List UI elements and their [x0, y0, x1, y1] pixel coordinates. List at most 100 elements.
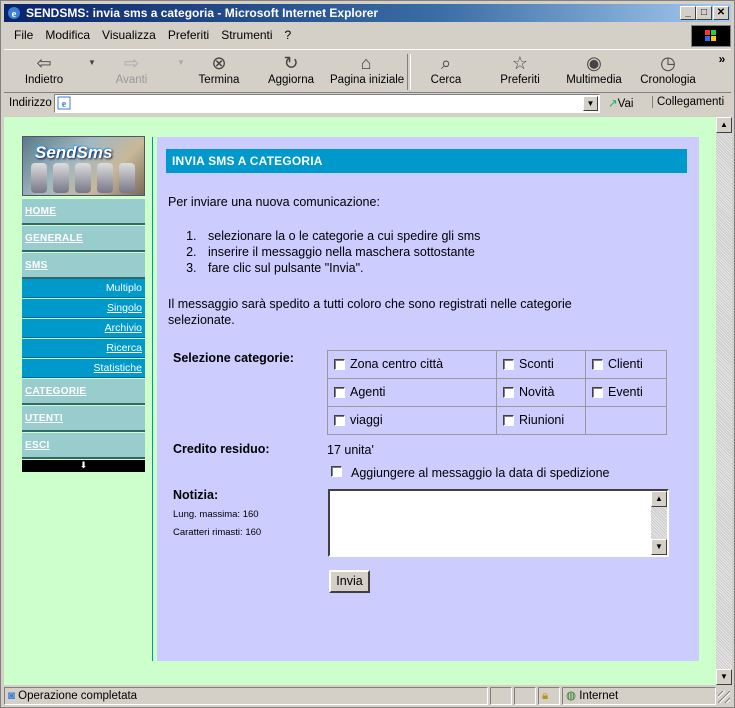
category-checkbox[interactable] [592, 387, 603, 398]
notice-label: Notizia: [173, 488, 219, 502]
menu-visualizza[interactable]: Visualizza [96, 25, 162, 42]
category-option[interactable]: Novità [497, 379, 585, 406]
main-panel: INVIA SMS A CATEGORIA Per inviare una nu… [157, 137, 699, 661]
nav-sms-link[interactable]: SMS [25, 260, 48, 271]
logo-text: SendSms [35, 143, 113, 162]
category-option[interactable]: Zona centro città [328, 351, 496, 378]
nav-utenti-link[interactable]: UTENTI [25, 413, 63, 424]
nav-sms-singolo-link[interactable]: Singolo [107, 302, 142, 314]
menu-strumenti[interactable]: Strumenti [215, 25, 278, 42]
go-arrow-icon: ↗ [608, 98, 618, 110]
nav-esci[interactable]: ESCI [22, 433, 145, 459]
category-option[interactable]: Clienti [586, 351, 666, 378]
remaining-chars-text: Caratteri rimasti: 160 [173, 527, 262, 538]
nav-utenti[interactable]: UTENTI [22, 406, 145, 432]
scroll-up-arrow-icon[interactable]: ▲ [651, 491, 667, 507]
forward-button[interactable]: ⇨ Avanti [104, 52, 159, 86]
toolbar-separator [407, 54, 411, 90]
address-input[interactable]: e ▼ [54, 94, 600, 113]
menu-modifica[interactable]: Modifica [39, 25, 96, 42]
divider [152, 137, 153, 661]
refresh-button[interactable]: ↻ Aggiorna [266, 52, 316, 86]
svg-text:e: e [62, 99, 67, 110]
address-label: Indirizzo [9, 97, 52, 109]
nav-generale-link[interactable]: GENERALE [25, 233, 83, 244]
maximize-button[interactable]: □ [696, 6, 712, 20]
nav-sms-statistiche[interactable]: Statistiche [22, 359, 145, 378]
category-option[interactable]: Agenti [328, 379, 496, 406]
message-textarea[interactable]: ▲ ▼ [328, 489, 669, 557]
nav-generale[interactable]: GENERALE [22, 226, 145, 252]
back-button[interactable]: ⇦ Indietro [14, 52, 74, 86]
send-button[interactable]: Invia [329, 570, 370, 593]
textarea-scrollbar[interactable]: ▲ ▼ [651, 491, 667, 555]
close-button[interactable]: ✕ [713, 6, 729, 20]
add-date-checkbox[interactable] [331, 466, 342, 477]
category-checkbox[interactable] [592, 359, 603, 370]
page-title: INVIA SMS A CATEGORIA [166, 149, 687, 173]
media-button[interactable]: ◉ Multimedia [564, 52, 624, 86]
status-section [514, 687, 536, 705]
scroll-down-arrow-icon[interactable]: ▼ [716, 669, 732, 685]
nav-sms[interactable]: SMS [22, 253, 145, 279]
links-button[interactable]: Collegamenti [652, 96, 724, 108]
menu-file[interactable]: File [4, 25, 39, 42]
minimize-button[interactable]: _ [680, 6, 696, 20]
category-checkbox[interactable] [334, 359, 345, 370]
nav-sms-multiplo-link[interactable]: Multiplo [106, 282, 142, 294]
category-checkbox[interactable] [334, 415, 345, 426]
phone-image [97, 163, 113, 193]
nav-sms-archivio[interactable]: Archivio [22, 319, 145, 338]
nav-categorie[interactable]: CATEGORIE [22, 379, 145, 405]
category-option[interactable]: Riunioni [497, 407, 585, 434]
toolbar-overflow-chevron-icon[interactable]: » [716, 52, 728, 66]
scroll-up-arrow-icon[interactable]: ▲ [716, 117, 732, 133]
forward-dropdown[interactable]: ▼ [169, 52, 185, 74]
instruction-list: selezionare la o le categorie a cui sped… [184, 228, 480, 276]
resize-grip-icon[interactable] [718, 691, 730, 703]
nav-sms-multiplo[interactable]: Multiplo [22, 279, 145, 298]
instruction-step: inserire il messaggio nella maschera sot… [200, 244, 480, 260]
category-checkbox[interactable] [503, 387, 514, 398]
status-section [490, 687, 512, 705]
scroll-down-arrow-icon[interactable]: ▼ [651, 539, 667, 555]
status-message: ◙ Operazione completata [4, 687, 488, 705]
back-dropdown[interactable]: ▼ [80, 52, 96, 74]
stop-button[interactable]: ⊗ Termina [194, 52, 244, 86]
add-date-label: Aggiungere al messaggio la data di spedi… [351, 466, 610, 480]
category-option[interactable]: Eventi [586, 379, 666, 406]
back-arrow-icon: ⇦ [36, 53, 52, 73]
nav-sms-singolo[interactable]: Singolo [22, 299, 145, 318]
go-button[interactable]: ↗Vai [608, 96, 633, 110]
menu-help[interactable]: ? [279, 25, 298, 42]
nav-sms-ricerca-link[interactable]: Ricerca [106, 342, 142, 354]
nav-categorie-link[interactable]: CATEGORIE [25, 386, 86, 397]
phone-image [119, 163, 135, 193]
menu-preferiti[interactable]: Preferiti [162, 25, 215, 42]
nav-sms-ricerca[interactable]: Ricerca [22, 339, 145, 358]
nav-home[interactable]: HOME [22, 199, 145, 225]
category-checkbox[interactable] [503, 359, 514, 370]
home-button[interactable]: ⌂ Pagina iniziale [330, 52, 404, 86]
page-viewport: SendSms HOME GENERALE SMS Multiplo Singo… [4, 117, 716, 685]
favorites-button[interactable]: ☆ Preferiti [494, 52, 546, 86]
forward-arrow-icon: ⇨ [123, 53, 140, 73]
history-button[interactable]: ◷ Cronologia [640, 52, 696, 86]
history-icon: ◷ [660, 53, 676, 73]
stop-icon: ⊗ [211, 53, 227, 73]
nav-esci-link[interactable]: ESCI [25, 440, 50, 451]
address-dropdown-icon[interactable]: ▼ [583, 96, 598, 111]
nav-home-link[interactable]: HOME [25, 206, 56, 217]
search-button[interactable]: ⌕ Cerca [424, 52, 468, 86]
nav-sms-archivio-link[interactable]: Archivio [105, 322, 142, 334]
category-checkbox[interactable] [503, 415, 514, 426]
search-icon: ⌕ [440, 53, 452, 73]
intro-text: Per inviare una nuova comunicazione: [168, 195, 380, 209]
category-option[interactable]: viaggi [328, 407, 496, 434]
category-option[interactable]: Sconti [497, 351, 585, 378]
nav-sms-statistiche-link[interactable]: Statistiche [94, 362, 142, 374]
instruction-step: selezionare la o le categorie a cui sped… [200, 228, 480, 244]
category-checkbox[interactable] [334, 387, 345, 398]
lock-icon: 🔒︎ [542, 690, 549, 702]
page-scrollbar[interactable]: ▲ ▼ [716, 117, 732, 685]
